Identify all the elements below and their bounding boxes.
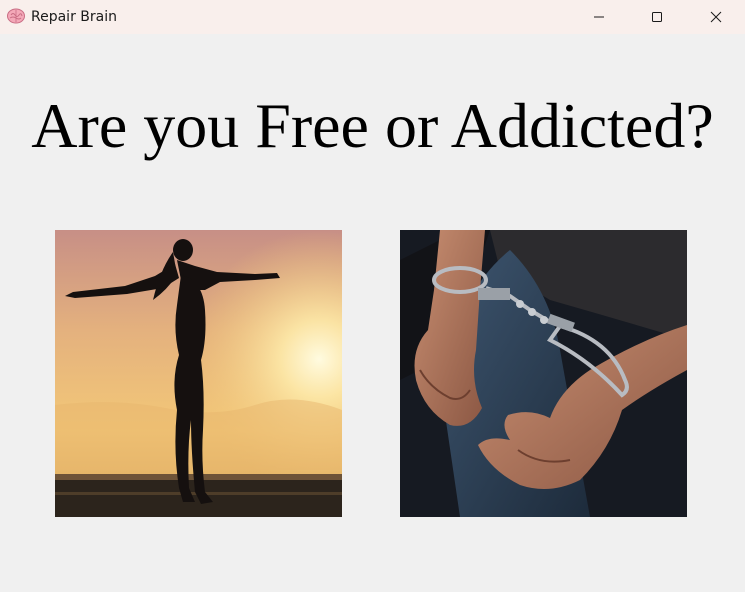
free-woman-sunset-image [55,230,342,517]
minimize-button[interactable] [570,0,628,34]
brain-icon [6,6,26,26]
close-icon [710,8,722,27]
addicted-handcuffs-image [400,230,687,517]
minimize-icon [593,8,605,27]
title-bar[interactable]: Repair Brain [0,0,745,34]
close-button[interactable] [687,0,745,34]
page-heading: Are you Free or Addicted? [31,90,714,161]
app-window: Repair Brain Are you Free or Addicted? [0,0,745,592]
maximize-button[interactable] [628,0,686,34]
window-title: Repair Brain [31,9,117,25]
maximize-icon [651,8,663,27]
